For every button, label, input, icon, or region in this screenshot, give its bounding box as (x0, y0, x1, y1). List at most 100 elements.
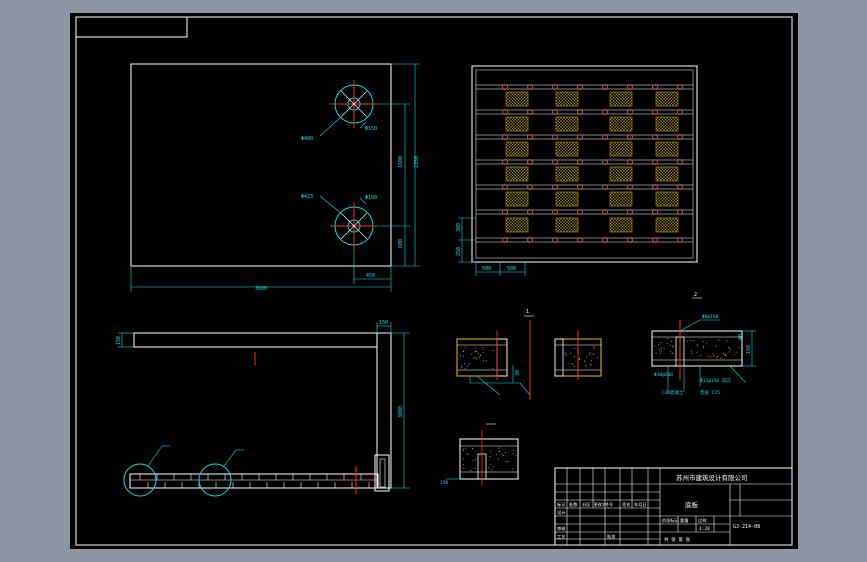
concrete-speck (659, 349, 661, 351)
concrete-speck (475, 467, 477, 469)
concrete-speck (722, 352, 724, 354)
concrete-speck (593, 354, 595, 356)
detail-b-note-4: C30混凝土 (662, 389, 684, 396)
concrete-speck (661, 347, 662, 349)
concrete-speck (474, 459, 476, 461)
concrete-speck (565, 354, 567, 356)
concrete-speck (579, 358, 581, 360)
concrete-speck (495, 453, 497, 455)
concrete-speck (503, 454, 504, 456)
concrete-speck (697, 344, 698, 346)
elevation-height-dimension: 3000 (398, 406, 404, 418)
concrete-speck (490, 469, 492, 470)
concrete-speck (462, 450, 464, 451)
elevation-left-thickness: 150 (116, 336, 122, 345)
concrete-speck (728, 347, 730, 349)
concrete-speck (463, 467, 465, 469)
concrete-speck (729, 349, 731, 351)
concrete-speck (489, 450, 491, 452)
concrete-speck (663, 348, 665, 350)
concrete-speck (713, 355, 714, 357)
concrete-speck (512, 449, 514, 451)
concrete-speck (573, 355, 575, 357)
title-label-change-doc: 更改文件号 (594, 502, 613, 507)
concrete-speck (515, 455, 517, 457)
concrete-speck (505, 460, 507, 462)
model-space-background (70, 13, 798, 549)
concrete-speck (672, 352, 674, 354)
concrete-speck (715, 345, 717, 347)
concrete-speck (707, 356, 709, 358)
concrete-speck (474, 347, 476, 349)
title-role-process: 工艺 (557, 534, 565, 539)
concrete-speck (699, 355, 701, 357)
concrete-speck (672, 345, 674, 347)
title-role-design: 设计 (557, 509, 565, 516)
concrete-speck (564, 352, 566, 354)
concrete-speck (474, 357, 476, 359)
concrete-speck (462, 458, 464, 460)
concrete-speck (466, 453, 468, 455)
concrete-speck (464, 368, 466, 370)
concrete-speck (498, 447, 500, 449)
concrete-speck (512, 453, 514, 455)
hole-bottom-inner-label: Φ100 (365, 195, 377, 201)
detail-b-note-1: Φ8@150 (702, 314, 719, 320)
concrete-speck (512, 468, 514, 470)
concrete-speck (724, 354, 726, 356)
title-stage-weight: 重量 (680, 517, 688, 524)
concrete-speck (596, 357, 598, 359)
concrete-speck (585, 356, 587, 358)
plan-height-inner-dimension: 1600 (398, 156, 404, 168)
title-label-signature: 签名 (622, 501, 630, 508)
concrete-speck (710, 356, 712, 358)
concrete-speck (702, 345, 704, 347)
concrete-speck (464, 346, 466, 348)
concrete-speck (696, 345, 698, 347)
concrete-speck (702, 346, 704, 348)
plan-right-offset-dimension: 450 (366, 273, 375, 279)
title-label-date: 年月日 (634, 501, 647, 508)
detail-b-height-dim: 150 (746, 345, 752, 354)
concrete-speck (488, 467, 490, 469)
concrete-speck (593, 347, 595, 349)
concrete-speck (717, 355, 719, 357)
concrete-speck (592, 346, 594, 348)
concrete-speck (478, 356, 480, 358)
grid-spacing-dim-a: 500 (482, 266, 491, 272)
concrete-speck (460, 355, 462, 356)
concrete-speck (733, 354, 735, 356)
concrete-speck (467, 365, 469, 367)
concrete-speck (667, 337, 669, 339)
concrete-speck (461, 365, 463, 367)
concrete-speck (462, 355, 464, 357)
concrete-speck (686, 340, 688, 342)
concrete-speck (670, 340, 672, 342)
concrete-speck (475, 350, 477, 352)
concrete-speck (480, 354, 482, 356)
title-label-count: 处数 (569, 501, 578, 508)
concrete-speck (589, 354, 591, 355)
concrete-speck (712, 353, 714, 355)
concrete-speck (499, 451, 501, 452)
concrete-speck (567, 363, 569, 365)
concrete-speck (492, 349, 494, 351)
title-stage-mark: 阶段标记 (662, 517, 680, 524)
concrete-speck (497, 458, 499, 460)
concrete-speck (590, 360, 592, 362)
concrete-speck (507, 461, 509, 462)
detail-b-note-5: 垫层 C15 (700, 389, 720, 396)
concrete-speck (591, 353, 593, 355)
concrete-speck (671, 352, 673, 354)
concrete-speck (716, 357, 717, 359)
title-stage-scale: 比例 (698, 517, 706, 524)
concrete-speck (571, 363, 573, 364)
concrete-speck (465, 447, 467, 449)
hole-top-inner-label: Φ150 (365, 126, 377, 132)
title-role-review: 审核 (557, 525, 566, 532)
concrete-speck (478, 353, 480, 355)
concrete-speck (672, 346, 674, 348)
elevation-top-thickness: 150 (379, 320, 388, 326)
concrete-speck (691, 353, 693, 355)
concrete-speck (728, 351, 730, 353)
